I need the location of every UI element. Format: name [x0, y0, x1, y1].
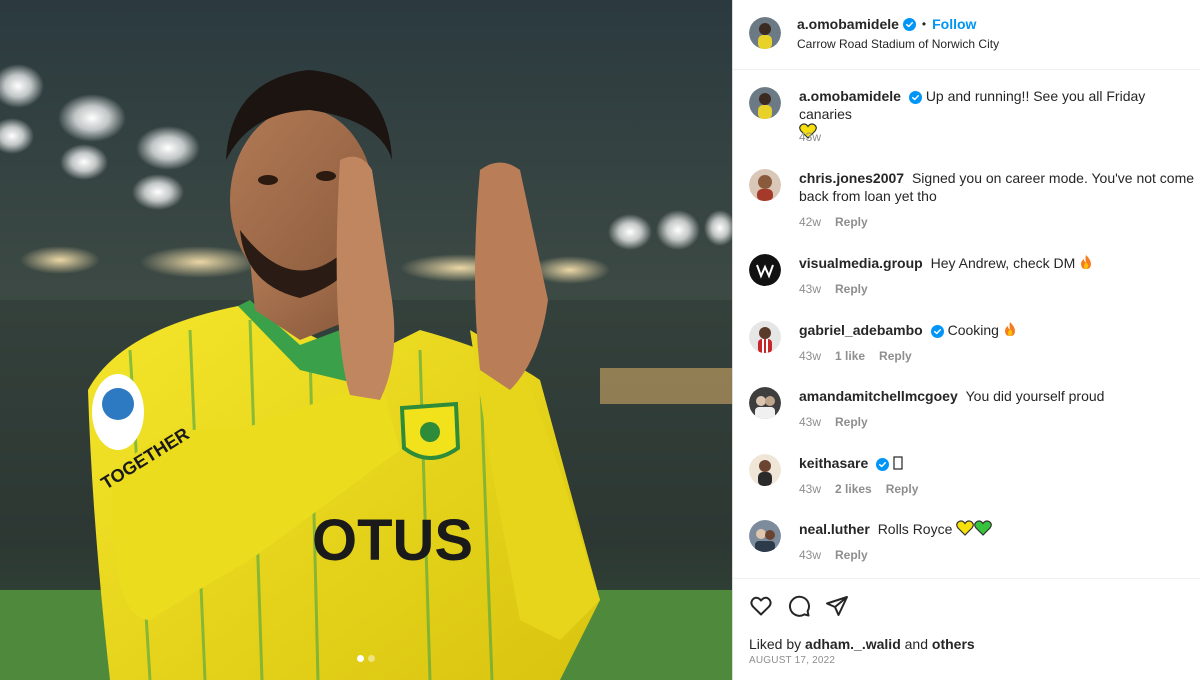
reply-button[interactable]: Reply [879, 349, 912, 363]
post-photo[interactable]: OTUS TOGETHER [0, 0, 732, 680]
comment-time: 42w [799, 215, 822, 229]
comment-username[interactable]: gabriel_adebambo [799, 322, 927, 338]
comment-meta: 42w Reply [799, 215, 882, 229]
reply-button[interactable]: Reply [886, 482, 919, 496]
carousel-dots [0, 655, 732, 662]
fire-icon [1081, 255, 1092, 269]
comment-username[interactable]: a.omobamidele [799, 88, 905, 104]
comment-meta: 43w Reply [799, 282, 882, 296]
comment-text: Hey Andrew, check DM [930, 255, 1076, 271]
comment-meta: 43w 1 like Reply [799, 349, 926, 363]
follow-button[interactable]: Follow [932, 16, 976, 32]
reply-button[interactable]: Reply [835, 548, 868, 562]
liked-by-user[interactable]: adham._.walid [805, 636, 901, 652]
comment-time: 43w [799, 349, 822, 363]
player-photo-illustration: OTUS TOGETHER [0, 0, 732, 680]
commenter-avatar[interactable] [749, 520, 781, 552]
comment-username[interactable]: keithasare [799, 455, 872, 471]
reply-button[interactable]: Reply [835, 415, 868, 429]
comment-time: 43w [799, 282, 822, 296]
post-location[interactable]: Carrow Road Stadium of Norwich City [797, 37, 999, 51]
liked-by: Liked by adham._.walid and others [749, 636, 975, 652]
verified-badge-icon [876, 457, 890, 471]
commenter-avatar[interactable] [749, 254, 781, 286]
verified-badge-icon [930, 324, 944, 338]
comment-username[interactable]: neal.luther [799, 521, 874, 537]
fire-icon [1004, 322, 1015, 336]
post-date[interactable]: AUGUST 17, 2022 [749, 655, 835, 666]
commenter-avatar[interactable] [749, 169, 781, 201]
share-icon[interactable] [825, 594, 849, 618]
comment-text: Rolls Royce [877, 521, 953, 537]
divider [733, 578, 1200, 579]
carousel-dot-2[interactable] [368, 655, 375, 662]
liked-and: and [904, 636, 928, 652]
shirt-sponsor-text: OTUS [312, 508, 473, 573]
comment-text: You did yourself proud [965, 388, 1105, 404]
comment-time: 43w [799, 415, 822, 429]
commenter-avatar[interactable] [749, 454, 781, 486]
comment-likes[interactable]: 2 likes [835, 482, 872, 496]
comment-username[interactable]: visualmedia.group [799, 255, 927, 271]
comment-meta: 43w 2 likes Reply [799, 482, 932, 496]
author-avatar[interactable] [749, 17, 781, 49]
commenter-avatar[interactable] [749, 87, 781, 119]
verified-badge-icon [902, 17, 916, 31]
comment-time: 43w [799, 482, 822, 496]
action-bar [749, 594, 849, 618]
comment-likes[interactable]: 1 like [835, 349, 865, 363]
author-username[interactable]: a.omobamidele [797, 16, 899, 32]
header-separator: • [921, 17, 927, 31]
comment-icon[interactable] [787, 594, 811, 618]
commenter-avatar[interactable] [749, 321, 781, 353]
reply-button[interactable]: Reply [835, 215, 868, 229]
liked-prefix: Liked by [749, 636, 802, 652]
missing-glyph-icon [893, 456, 903, 470]
carousel-dot-1[interactable] [357, 655, 364, 662]
heart-icon[interactable] [749, 594, 773, 618]
comment-meta: 43w Reply [799, 415, 882, 429]
comment-time: 43w [799, 548, 822, 562]
comment-meta: 43w [799, 130, 835, 144]
liked-others-link[interactable]: others [932, 636, 975, 652]
comment-text: Cooking [947, 322, 999, 338]
post-header: a.omobamidele • Follow Carrow Road Stadi… [733, 0, 1200, 70]
yellow-green-hearts-icon [956, 520, 993, 536]
commenter-avatar[interactable] [749, 387, 781, 419]
comment-username[interactable]: amandamitchellmcgoey [799, 388, 962, 404]
comment-time: 43w [799, 130, 822, 144]
verified-badge-icon [908, 90, 922, 104]
post-sidebar: a.omobamidele • Follow Carrow Road Stadi… [732, 0, 1200, 680]
comment-meta: 43w Reply [799, 548, 882, 562]
reply-button[interactable]: Reply [835, 282, 868, 296]
comment-username[interactable]: chris.jones2007 [799, 170, 908, 186]
